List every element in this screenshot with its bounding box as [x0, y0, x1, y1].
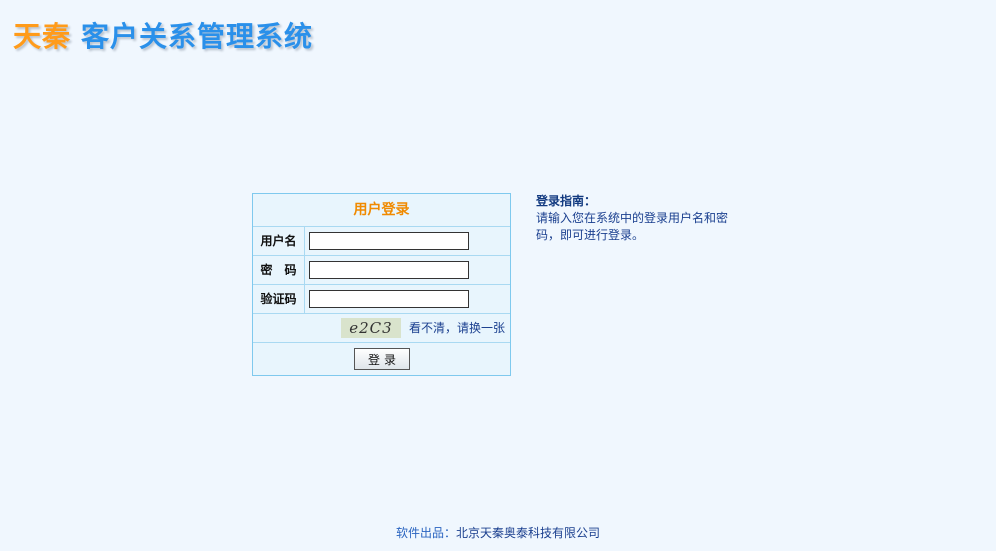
password-label: 密 码 — [253, 256, 305, 284]
login-panel: 用户登录 用户名 密 码 验证码 e2C3 看不清，请换一张 登录 — [252, 193, 511, 376]
guide-title: 登录指南： — [536, 194, 597, 208]
footer: 软件出品：北京天秦奥泰科技有限公司 — [0, 524, 996, 541]
login-title: 用户登录 — [253, 194, 510, 227]
password-input[interactable] — [309, 261, 469, 279]
password-row: 密 码 — [253, 256, 510, 285]
captcha-row: 验证码 — [253, 285, 510, 314]
username-label: 用户名 — [253, 227, 305, 255]
captcha-image[interactable]: e2C3 — [341, 318, 401, 338]
captcha-image-row: e2C3 看不清，请换一张 — [253, 314, 510, 343]
footer-label: 软件出品： — [395, 526, 456, 540]
login-button[interactable]: 登录 — [354, 348, 410, 370]
refresh-captcha-link[interactable]: 看不清，请换一张 — [409, 314, 505, 343]
captcha-label: 验证码 — [253, 285, 305, 313]
captcha-input[interactable] — [309, 290, 469, 308]
app-logo: 天秦 客户关系管理系统 — [13, 20, 313, 54]
submit-row: 登录 — [253, 343, 510, 375]
guide-text: 请输入您在系统中的登录用户名和密码，即可进行登录。 — [536, 211, 729, 242]
username-input[interactable] — [309, 232, 469, 250]
username-row: 用户名 — [253, 227, 510, 256]
footer-company: 北京天秦奥泰科技有限公司 — [456, 526, 601, 540]
logo-system-name: 客户关系管理系统 — [81, 20, 314, 53]
logo-brand: 天秦 — [13, 20, 72, 53]
login-guide: 登录指南： 请输入您在系统中的登录用户名和密码，即可进行登录。 — [536, 193, 736, 244]
